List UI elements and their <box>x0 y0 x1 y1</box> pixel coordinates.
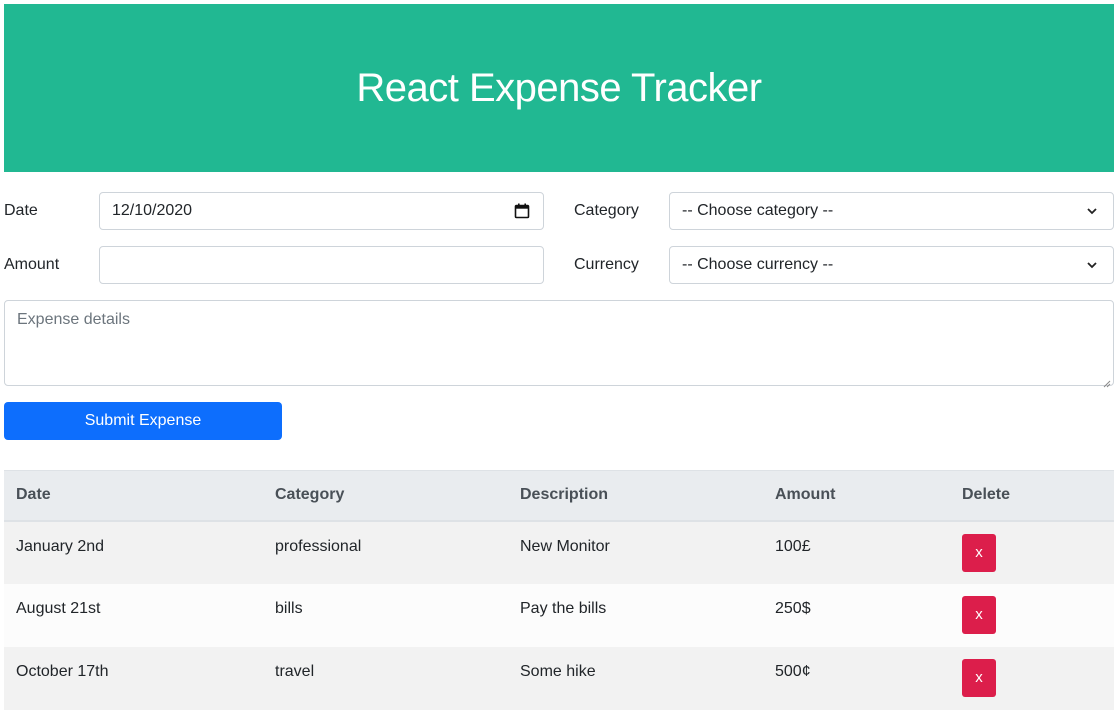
column-header-delete: Delete <box>950 470 1114 522</box>
delete-button[interactable]: x <box>962 595 996 634</box>
cell-delete: x <box>950 647 1114 710</box>
cell-amount: 250$ <box>775 599 811 617</box>
column-header-category: Category <box>263 470 508 522</box>
currency-select[interactable]: -- Choose currency -- <box>669 246 1114 284</box>
column-header-date: Date <box>4 470 263 522</box>
table-header-row: Date Category Description Amount Delete <box>4 470 1114 522</box>
cell-amount: 100£ <box>775 537 811 555</box>
cell-delete: x <box>950 521 1114 584</box>
table-row: October 17th travel Some hike 500¢ x <box>4 646 1114 710</box>
cell-description: Pay the bills <box>520 599 607 617</box>
cell-description: New Monitor <box>520 537 610 555</box>
cell-category: bills <box>275 599 303 617</box>
table-row: January 2nd professional New Monitor 100… <box>4 520 1114 584</box>
chevron-down-icon <box>1083 256 1101 274</box>
cell-category: professional <box>275 537 362 555</box>
category-select[interactable]: -- Choose category -- <box>669 192 1114 230</box>
resize-grip-icon[interactable] <box>1103 375 1111 388</box>
calendar-icon[interactable] <box>513 202 531 220</box>
column-header-description: Description <box>508 470 763 522</box>
date-label: Date <box>4 202 38 219</box>
cell-date: August 21st <box>16 599 101 617</box>
amount-input[interactable] <box>99 246 544 284</box>
cell-category: travel <box>275 662 315 680</box>
delete-button[interactable]: x <box>962 533 996 572</box>
expense-tracker-page: React Expense Tracker Date 12/10/2020 Ca… <box>0 0 1118 714</box>
cell-amount: 500¢ <box>775 662 811 680</box>
submit-expense-button[interactable]: Submit Expense <box>4 402 282 440</box>
currency-label: Currency <box>574 256 639 273</box>
expense-details-placeholder: Expense details <box>17 311 130 328</box>
delete-button[interactable]: x <box>962 658 996 697</box>
category-label: Category <box>574 202 639 219</box>
cell-delete: x <box>950 584 1114 647</box>
cell-description: Some hike <box>520 662 596 680</box>
chevron-down-icon <box>1083 202 1101 220</box>
category-selected: -- Choose category -- <box>682 202 834 219</box>
cell-date: January 2nd <box>16 537 105 555</box>
cell-date: October 17th <box>16 662 109 680</box>
column-header-amount: Amount <box>763 470 950 522</box>
table-row: August 21st bills Pay the bills 250$ x <box>4 583 1114 647</box>
expense-details-textarea[interactable]: Expense details <box>4 300 1114 388</box>
currency-selected: -- Choose currency -- <box>682 256 834 273</box>
app-header: React Expense Tracker <box>4 4 1114 172</box>
expense-table: Date Category Description Amount Delete … <box>4 470 1114 710</box>
date-input[interactable]: 12/10/2020 <box>99 192 544 230</box>
date-value: 12/10/2020 <box>112 202 193 219</box>
app-title: React Expense Tracker <box>356 65 762 110</box>
amount-label: Amount <box>4 256 60 273</box>
